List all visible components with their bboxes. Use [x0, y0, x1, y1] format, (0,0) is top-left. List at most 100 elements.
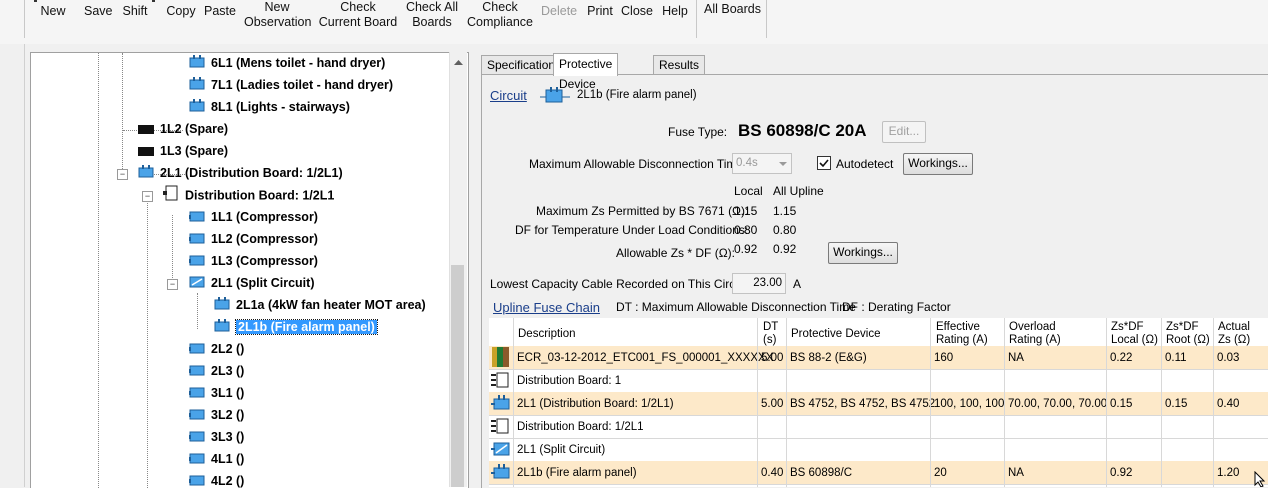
all-boards-button[interactable]: All Boards — [704, 2, 761, 40]
circuit-icon — [189, 98, 205, 118]
cell-dt: 5.00 — [761, 398, 784, 410]
local-column-header: Local — [734, 184, 763, 198]
disconnection-time-select[interactable]: 0.4s — [732, 153, 792, 174]
tree-item[interactable]: 2L2 () — [189, 339, 244, 359]
tree-item[interactable]: 1L1 (Compressor) — [189, 207, 318, 227]
save-button[interactable]: Save — [84, 4, 113, 42]
column-header-overload-unit: Rating (A) — [1009, 334, 1061, 346]
tree-item[interactable]: 8L1 (Lights - stairways) — [189, 97, 350, 117]
new-observation-button[interactable]: New Observation — [244, 0, 311, 38]
circuit-icon — [214, 296, 230, 316]
scroll-thumb[interactable] — [451, 265, 464, 487]
tree-item[interactable]: 4L1 () — [189, 449, 244, 469]
delete-button[interactable]: Delete — [541, 4, 577, 42]
table-row[interactable]: ECR_03-12-2012_ETC001_FS_000001_XXXXXX 5… — [489, 346, 1268, 370]
tree-item[interactable]: 3L3 () — [189, 427, 244, 447]
check-compliance-button[interactable]: Check Compliance — [466, 0, 534, 38]
tree-item[interactable]: 1L2 (Compressor) — [189, 229, 318, 249]
dropdown-marker — [34, 0, 37, 2]
disconnection-workings-button[interactable]: Workings... — [903, 153, 973, 175]
disconnection-time-value: 0.4s — [736, 157, 758, 169]
autodetect-checkbox[interactable] — [817, 156, 831, 170]
collapse-toggle[interactable]: − — [167, 279, 178, 290]
column-header-effective-unit: Rating (A) — [936, 334, 988, 346]
check-all-boards-button[interactable]: Check All Boards — [404, 0, 460, 38]
close-button[interactable]: Close — [621, 4, 653, 42]
scroll-up-arrow-icon[interactable] — [450, 54, 467, 71]
tree-item-selected[interactable]: 2L1b (Fire alarm panel) — [214, 317, 378, 338]
cell-actual-zs: 0.40 — [1217, 398, 1240, 410]
grid-column-line — [1106, 318, 1107, 487]
split-circuit-icon — [189, 274, 205, 294]
tree-item[interactable]: 3L1 () — [189, 383, 244, 403]
tree-item[interactable]: 2L1a (4kW fan heater MOT area) — [214, 295, 426, 315]
tab-protective-device[interactable]: Protective Device — [553, 53, 619, 91]
help-button[interactable]: Help — [661, 4, 689, 42]
table-row[interactable]: Distribution Board: 1/2L1 — [489, 415, 1268, 439]
tree-item[interactable]: 2L1 (Split Circuit) — [189, 273, 314, 293]
cell-description: Distribution Board: 1/2L1 — [517, 421, 644, 433]
tree-item[interactable]: 3L2 () — [189, 405, 244, 425]
tree-item-label: 7L1 (Ladies toilet - hand dryer) — [211, 78, 393, 92]
cell-actual-zs: 0.03 — [1217, 352, 1240, 364]
all-upline-column-header: All Upline — [773, 184, 824, 198]
tree-item[interactable]: 1L3 (Spare) — [138, 141, 228, 161]
tree-item-label: 4L1 () — [211, 452, 245, 466]
cell-description: Distribution Board: 1 — [517, 375, 622, 387]
table-row[interactable]: Distribution Board: 1 — [489, 369, 1268, 393]
tree-item[interactable]: 1L3 (Compressor) — [189, 251, 318, 271]
tree-item[interactable]: 1L2 (Spare) — [138, 119, 228, 139]
tree-item-label: 1L3 (Spare) — [160, 144, 229, 158]
cell-effective: 100, 100, 100 — [934, 398, 1005, 410]
tree-item[interactable]: 2L1 (Distribution Board: 1/2L1) — [138, 163, 343, 183]
split-icon — [491, 442, 510, 456]
tree-item[interactable]: Distribution Board: 1/2L1 — [163, 185, 334, 205]
circuit-tree[interactable]: 6L1 (Mens toilet - hand dryer) 7L1 (Ladi… — [30, 52, 469, 488]
zs-workings-button[interactable]: Workings... — [828, 242, 898, 264]
circuit-icon — [189, 252, 205, 272]
lowest-cable-label: Lowest Capacity Cable Recorded on This C… — [490, 277, 752, 291]
grid-column-line — [513, 318, 514, 487]
tree-item[interactable]: 7L1 (Ladies toilet - hand dryer) — [189, 75, 393, 95]
tree-item[interactable]: 6L1 (Mens toilet - hand dryer) — [189, 53, 385, 73]
fuse-edit-button[interactable]: Edit... — [882, 121, 926, 143]
grid-column-line — [1004, 318, 1005, 487]
circuit-icon — [189, 450, 205, 470]
tab-results[interactable]: Results — [653, 55, 706, 75]
grid-column-line — [930, 318, 931, 487]
tree-item[interactable]: 2L3 () — [189, 361, 244, 381]
circuit-icon — [214, 318, 230, 338]
circuit-link[interactable]: Circuit — [490, 88, 527, 103]
cell-zs-local: 0.15 — [1110, 398, 1133, 410]
check-current-board-button[interactable]: Check Current Board — [318, 0, 398, 38]
df-local: 0.80 — [734, 223, 758, 237]
print-button[interactable]: Print — [585, 4, 615, 42]
column-header-zs-root-unit: Root (Ω) — [1166, 334, 1210, 346]
df-note: DF : Derating Factor — [842, 300, 951, 314]
table-row[interactable]: 2L1 (Split Circuit) — [489, 438, 1268, 462]
table-row[interactable]: 2L1b (Fire alarm panel) 0.40 BS 60898/C … — [489, 461, 1268, 485]
tab-specification[interactable]: Specification — [481, 55, 562, 75]
tree-item-label: 1L2 (Compressor) — [211, 232, 318, 246]
tree-item-label: 2L2 () — [211, 342, 245, 356]
tree-item-label: 1L3 (Compressor) — [211, 254, 318, 268]
upline-fuse-chain-link[interactable]: Upline Fuse Chain — [493, 300, 600, 315]
cell-zs-root: 0.11 — [1165, 352, 1187, 364]
circuit-icon — [189, 230, 205, 250]
new-button[interactable]: New — [40, 4, 66, 42]
circuit-icon — [189, 208, 205, 228]
df-upline: 0.80 — [773, 223, 797, 237]
left-dock-strip — [0, 44, 25, 487]
table-row[interactable]: 2L1 (Distribution Board: 1/2L1) 5.00 BS … — [489, 392, 1268, 416]
cell-description: 2L1 (Distribution Board: 1/2L1) — [517, 398, 674, 410]
shift-button[interactable]: Shift — [121, 4, 149, 42]
tree-item-label: 2L1 (Split Circuit) — [211, 276, 315, 290]
collapse-toggle[interactable]: − — [142, 191, 153, 202]
circuit-icon — [138, 164, 154, 184]
collapse-toggle[interactable]: − — [117, 169, 128, 180]
cell-description: 2L1 (Split Circuit) — [517, 444, 606, 456]
cell-zs-root: 0.15 — [1165, 398, 1188, 410]
paste-button[interactable]: Paste — [204, 4, 236, 42]
tree-item[interactable]: 4L2 () — [189, 471, 244, 488]
copy-button[interactable]: Copy — [166, 4, 196, 42]
